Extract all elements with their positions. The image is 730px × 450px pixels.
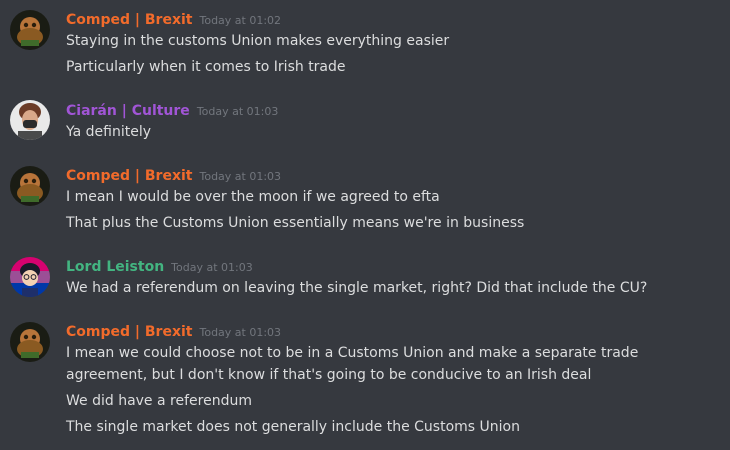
username[interactable]: Ciarán | Culture — [66, 103, 190, 119]
timestamp: Today at 01:03 — [199, 326, 282, 339]
username[interactable]: Comped | Brexit — [66, 324, 192, 340]
message-text: I mean I would be over the moon if we ag… — [66, 189, 440, 205]
message-text: Particularly when it comes to Irish trad… — [66, 59, 346, 75]
message-text: The single market does not generally inc… — [66, 419, 520, 435]
message-header: Comped | Brexit Today at 01:02 — [66, 9, 281, 29]
username[interactable]: Lord Leiston — [66, 259, 164, 275]
username[interactable]: Comped | Brexit — [66, 168, 192, 184]
message-list: Comped | Brexit Today at 01:02 Staying in… — [0, 0, 730, 450]
message-header: Ciarán | Culture Today at 01:03 — [66, 100, 278, 120]
avatar[interactable] — [10, 100, 50, 140]
comped-avatar-icon — [10, 166, 50, 206]
message-text: We had a referendum on leaving the singl… — [66, 280, 648, 296]
message-header: Comped | Brexit Today at 01:03 — [66, 321, 281, 341]
message-text: That plus the Customs Union essentially … — [66, 215, 525, 231]
message-header: Lord Leiston Today at 01:03 — [66, 256, 253, 276]
message-text: Staying in the customs Union makes every… — [66, 33, 450, 49]
message-text: Ya definitely — [66, 124, 152, 140]
avatar[interactable] — [10, 257, 50, 297]
comped-avatar-icon — [10, 322, 50, 362]
ciaran-avatar-icon — [10, 100, 50, 140]
message-header: Comped | Brexit Today at 01:03 — [66, 165, 281, 185]
message-text: I mean we could choose not to be in a Cu… — [66, 345, 639, 383]
timestamp: Today at 01:03 — [171, 261, 253, 274]
avatar[interactable] — [10, 322, 50, 362]
username[interactable]: Comped | Brexit — [66, 12, 192, 28]
lord-avatar-icon — [10, 257, 50, 297]
message-text: We did have a referendum — [66, 393, 252, 409]
timestamp: Today at 01:02 — [199, 14, 282, 27]
avatar[interactable] — [10, 166, 50, 206]
timestamp: Today at 01:03 — [196, 105, 279, 118]
comped-avatar-icon — [10, 10, 50, 50]
timestamp: Today at 01:03 — [199, 170, 282, 183]
avatar[interactable] — [10, 10, 50, 50]
